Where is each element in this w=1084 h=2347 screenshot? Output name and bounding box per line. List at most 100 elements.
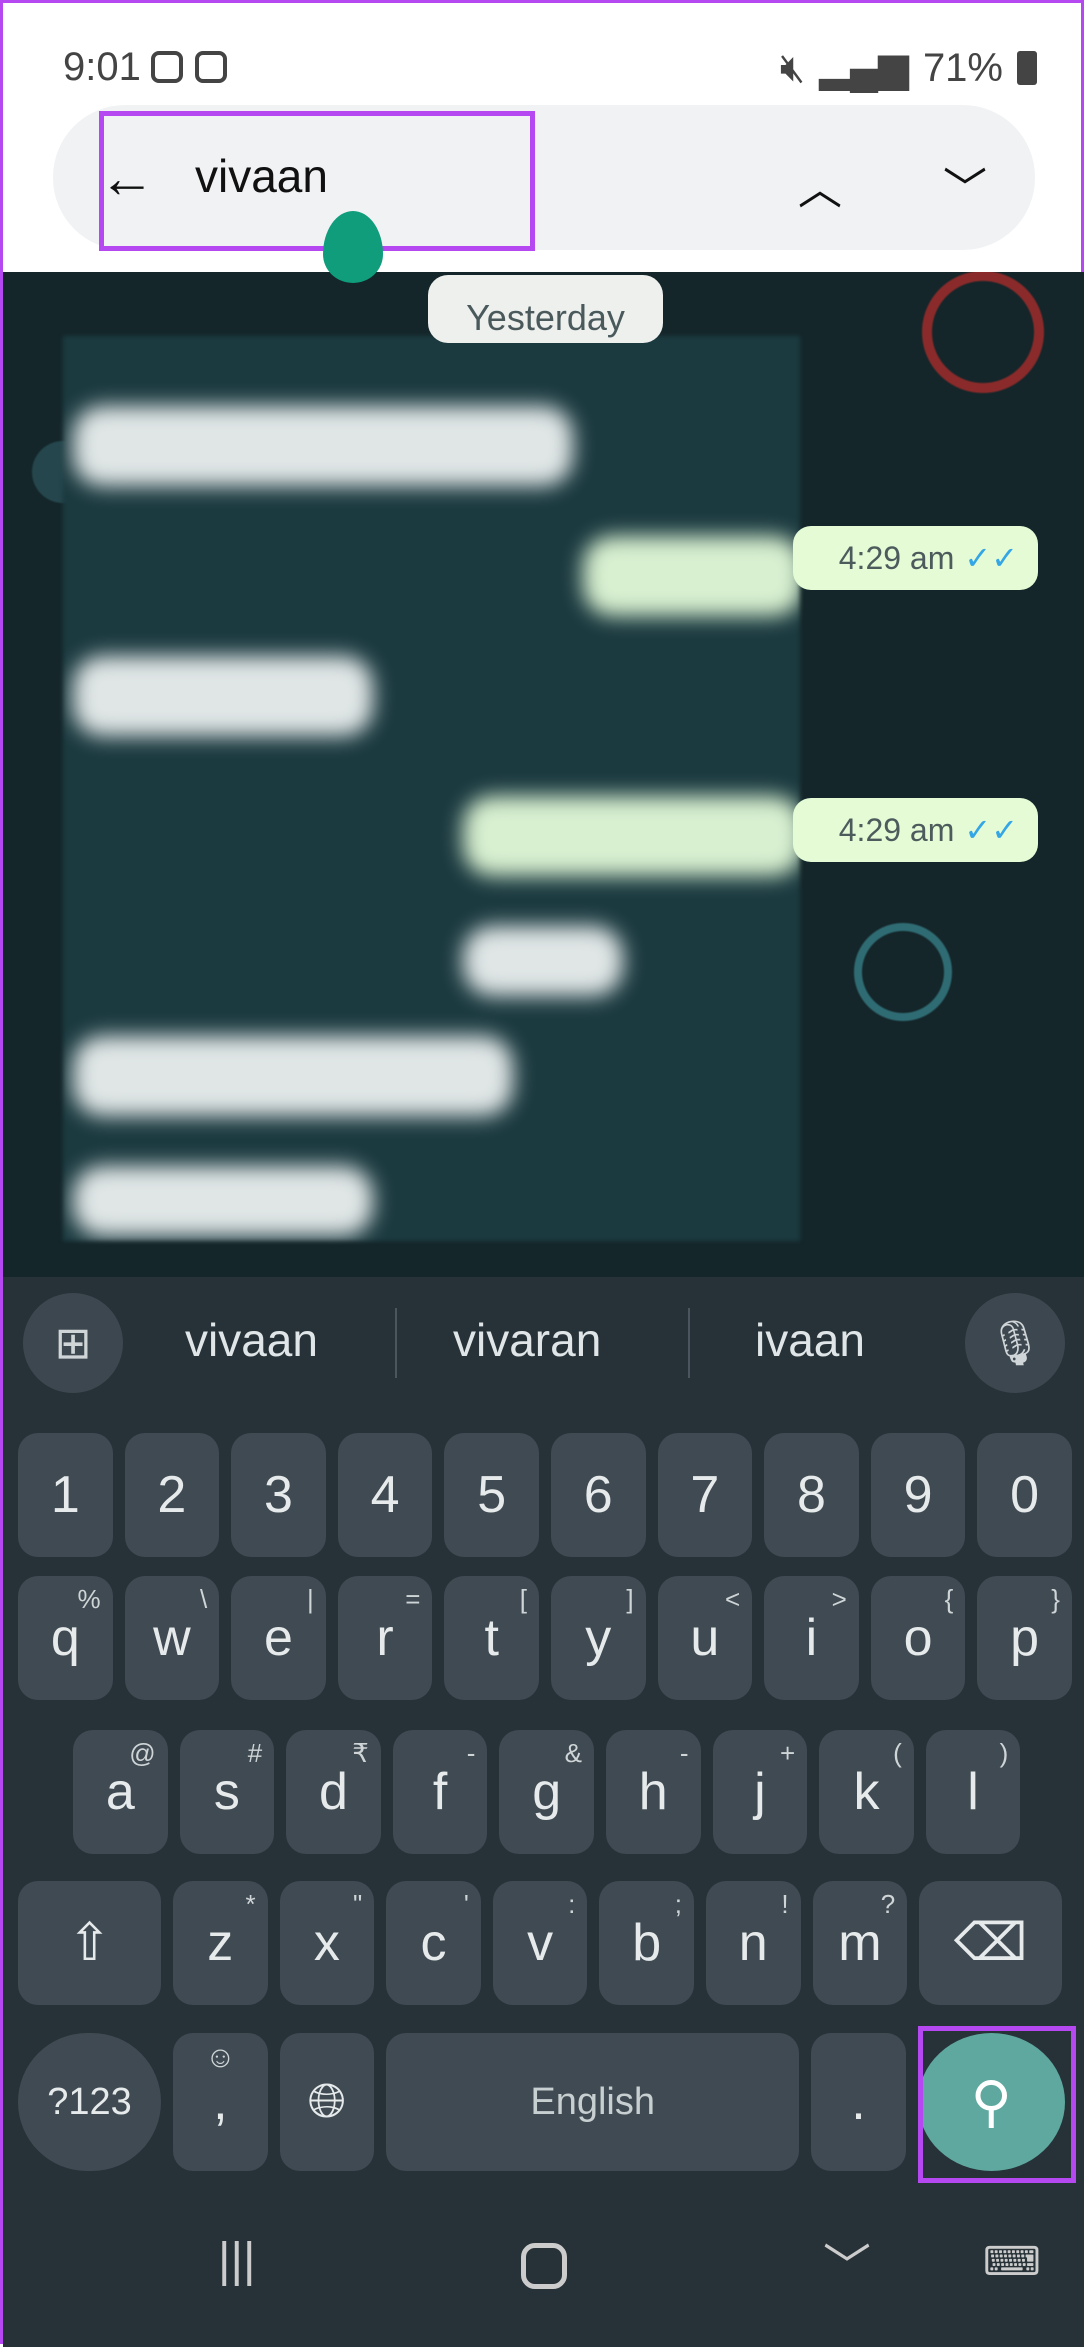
blurred-messages	[63, 336, 800, 1241]
key-hint: %	[77, 1584, 101, 1614]
key-label: 1	[50, 1466, 80, 1524]
key-hint: \	[199, 1584, 208, 1614]
key-p[interactable]: p}	[977, 1576, 1072, 1700]
key-l[interactable]: l)	[925, 1730, 1021, 1854]
key-label: a	[105, 1763, 135, 1821]
key-6[interactable]: 6	[550, 1433, 646, 1557]
mute-icon: 🔇︎	[779, 45, 806, 90]
space-key[interactable]: English	[386, 2033, 800, 2171]
home-icon[interactable]	[521, 2243, 567, 2289]
key-y[interactable]: y]	[550, 1576, 646, 1700]
key-hint: {	[944, 1584, 954, 1614]
key-label: e	[264, 1609, 293, 1667]
key-v[interactable]: v:	[492, 1881, 588, 2005]
highlight-box	[99, 111, 535, 251]
key-hint: "	[352, 1889, 363, 1919]
gallery-icon	[195, 51, 227, 83]
key-label: v	[527, 1914, 554, 1972]
suggestion[interactable]: vivaran	[453, 1313, 601, 1367]
key-label: k	[853, 1763, 880, 1821]
shift-icon[interactable]: ⇧	[18, 1881, 161, 2005]
key-label: f	[432, 1763, 448, 1821]
key-label: z	[207, 1914, 234, 1972]
next-result-button[interactable]: ﹀	[943, 153, 987, 217]
key-label: y	[585, 1609, 612, 1667]
key-r[interactable]: r =	[337, 1576, 433, 1700]
period-key[interactable]: .	[811, 2033, 906, 2171]
key-g[interactable]: g &	[499, 1730, 594, 1854]
apps-grid-icon[interactable]: ⊞	[23, 1293, 123, 1393]
key-t[interactable]: t[	[444, 1576, 539, 1700]
key-i[interactable]: i >	[764, 1576, 859, 1700]
key-hint: @	[129, 1738, 156, 1768]
symbols-key[interactable]: ?123	[18, 2033, 161, 2171]
emoji-comma-key[interactable]: ☺,	[173, 2033, 268, 2171]
key-hint: <	[724, 1584, 741, 1614]
key-2[interactable]: 2	[124, 1433, 220, 1557]
key-label: i	[805, 1609, 818, 1667]
key-label: w	[153, 1609, 191, 1667]
key-hint: =	[405, 1584, 421, 1614]
key-h[interactable]: h-	[605, 1730, 701, 1854]
key-label: c	[420, 1914, 447, 1972]
suggestion[interactable]: ivaan	[755, 1313, 865, 1367]
key-m[interactable]: m?	[812, 1881, 908, 2005]
globe-icon[interactable]: 🌐︎	[279, 2033, 375, 2171]
key-label: h	[638, 1763, 668, 1821]
message-time: 4:29 am	[838, 539, 955, 576]
key-u[interactable]: u <	[657, 1576, 753, 1700]
key-o[interactable]: o{	[870, 1576, 966, 1700]
key-w[interactable]: w \	[124, 1576, 220, 1700]
key-7[interactable]: 7	[657, 1433, 753, 1557]
key-label: 3	[264, 1466, 293, 1524]
key-8[interactable]: 8	[764, 1433, 859, 1557]
date-chip: Yesterday	[428, 275, 663, 343]
key-hint: >	[831, 1584, 847, 1614]
comma-label: ,	[213, 2073, 228, 2131]
message-time: 4:29 am	[838, 811, 955, 848]
key-hint: !	[781, 1889, 789, 1919]
back-chevron-icon[interactable]: ﹀	[823, 2227, 871, 2297]
key-b[interactable]: b;	[599, 1881, 694, 2005]
key-label: d	[319, 1763, 348, 1821]
key-a[interactable]: a @	[73, 1730, 168, 1854]
outgoing-message[interactable]: 4:29 am ✓✓	[793, 798, 1038, 862]
key-label: g	[532, 1763, 562, 1821]
previous-result-button[interactable]: ︿	[798, 153, 842, 217]
key-5[interactable]: 5	[444, 1433, 539, 1557]
key-9[interactable]: 9	[870, 1433, 966, 1557]
key-e[interactable]: e |	[231, 1576, 326, 1700]
outgoing-message[interactable]: 4:29 am ✓✓	[793, 526, 1038, 590]
divider	[395, 1308, 397, 1378]
key-label: m	[838, 1914, 882, 1972]
status-bar: 9:01 🔇︎ ▂▄▆ 71%	[3, 3, 1084, 103]
navigation-bar: ||| ﹀ ⌨	[3, 2203, 1084, 2347]
key-0[interactable]: 0	[977, 1433, 1072, 1557]
backspace-icon[interactable]: ⌫	[919, 1881, 1063, 2005]
key-j[interactable]: j +	[712, 1730, 808, 1854]
key-c[interactable]: c '	[386, 1881, 481, 2005]
key-4[interactable]: 4	[337, 1433, 433, 1557]
key-s[interactable]: s #	[179, 1730, 275, 1854]
key-k[interactable]: k(	[819, 1730, 914, 1854]
key-hint: (	[893, 1738, 902, 1768]
instagram-icon	[151, 51, 183, 83]
key-hint: ;	[674, 1889, 682, 1919]
key-label: r	[376, 1609, 394, 1667]
key-hint: ]	[626, 1584, 634, 1614]
key-z[interactable]: z *	[173, 1881, 268, 2005]
key-hint: }	[1051, 1584, 1060, 1614]
suggestion[interactable]: vivaan	[185, 1313, 318, 1367]
key-3[interactable]: 3	[231, 1433, 326, 1557]
key-q[interactable]: q%	[18, 1576, 113, 1700]
recents-icon[interactable]: |||	[218, 2233, 255, 2288]
key-n[interactable]: n!	[705, 1881, 801, 2005]
key-label: s	[213, 1763, 240, 1821]
key-1[interactable]: 1	[18, 1433, 113, 1557]
key-d[interactable]: d ₹	[286, 1730, 381, 1854]
keyboard-hide-icon[interactable]: ⌨	[983, 2239, 1041, 2285]
battery-percent: 71%	[922, 45, 1003, 90]
microphone-icon[interactable]: 🎙︎	[965, 1293, 1065, 1393]
key-x[interactable]: x "	[279, 1881, 375, 2005]
key-f[interactable]: f-	[392, 1730, 488, 1854]
